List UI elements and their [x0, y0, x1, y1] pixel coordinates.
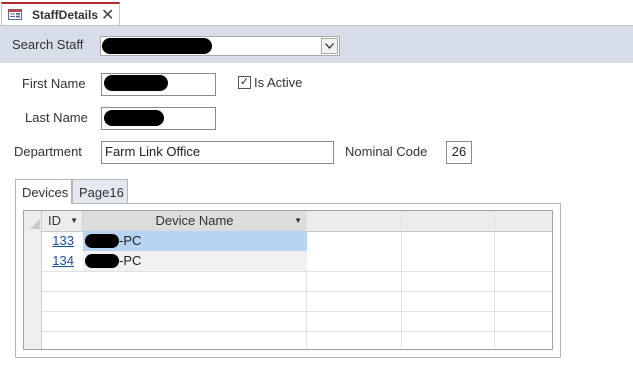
device-id-link[interactable]: 134	[42, 251, 83, 271]
grid-line	[42, 331, 552, 332]
grid-line	[42, 311, 552, 312]
document-tab-strip: StaffDetails ✕	[0, 0, 633, 26]
first-name-label: First Name	[22, 76, 86, 91]
redacted-last-name	[104, 110, 164, 126]
select-all-corner[interactable]	[24, 211, 42, 231]
table-row[interactable]: 134 -PC	[42, 251, 307, 271]
device-name-suffix: -PC	[119, 253, 142, 268]
grid-line	[494, 211, 495, 349]
redacted-first-name	[104, 75, 168, 91]
redacted-search-value	[102, 38, 212, 54]
device-name-cell[interactable]: -PC	[83, 231, 307, 251]
tab-page16[interactable]: Page16	[72, 179, 128, 203]
tab-title: StaffDetails	[32, 8, 99, 22]
column-header-id[interactable]: ID ▼	[42, 211, 83, 231]
table-row[interactable]: 133 -PC	[42, 231, 307, 251]
device-id-link[interactable]: 133	[42, 231, 83, 251]
is-active-checkbox[interactable]: ✓	[238, 76, 251, 89]
column-header-device-name-label: Device Name	[155, 213, 234, 228]
nominal-code-label: Nominal Code	[345, 144, 428, 159]
department-label: Department	[14, 144, 82, 159]
is-active-label: Is Active	[254, 75, 303, 90]
search-staff-label: Search Staff	[12, 37, 84, 52]
column-header-device-name[interactable]: Device Name ▼	[83, 211, 307, 231]
device-name-suffix: -PC	[119, 233, 142, 248]
redacted-device-name	[85, 234, 119, 248]
datasheet-header: ID ▼ Device Name ▼	[24, 211, 552, 232]
tab-devices[interactable]: Devices	[15, 179, 72, 204]
redacted-device-name	[85, 254, 119, 268]
devices-datasheet[interactable]: ID ▼ Device Name ▼ 133 -PC 134 -PC	[23, 210, 553, 350]
column-header-id-label: ID	[48, 213, 61, 228]
sort-dropdown-icon[interactable]: ▼	[70, 211, 78, 231]
grid-line	[42, 291, 552, 292]
sort-dropdown-icon[interactable]: ▼	[294, 211, 302, 231]
close-icon[interactable]: ✕	[101, 5, 114, 25]
grid-line	[42, 271, 552, 272]
form-icon	[8, 9, 22, 20]
department-field[interactable]: Farm Link Office	[101, 141, 334, 164]
tab-staff-details[interactable]: StaffDetails ✕	[1, 2, 120, 26]
grid-line	[401, 211, 402, 349]
chevron-down-icon[interactable]	[321, 38, 338, 54]
record-selector-column[interactable]	[24, 231, 42, 349]
device-name-cell[interactable]: -PC	[83, 251, 307, 271]
nominal-code-field[interactable]: 26	[446, 141, 472, 164]
last-name-label: Last Name	[25, 110, 88, 125]
